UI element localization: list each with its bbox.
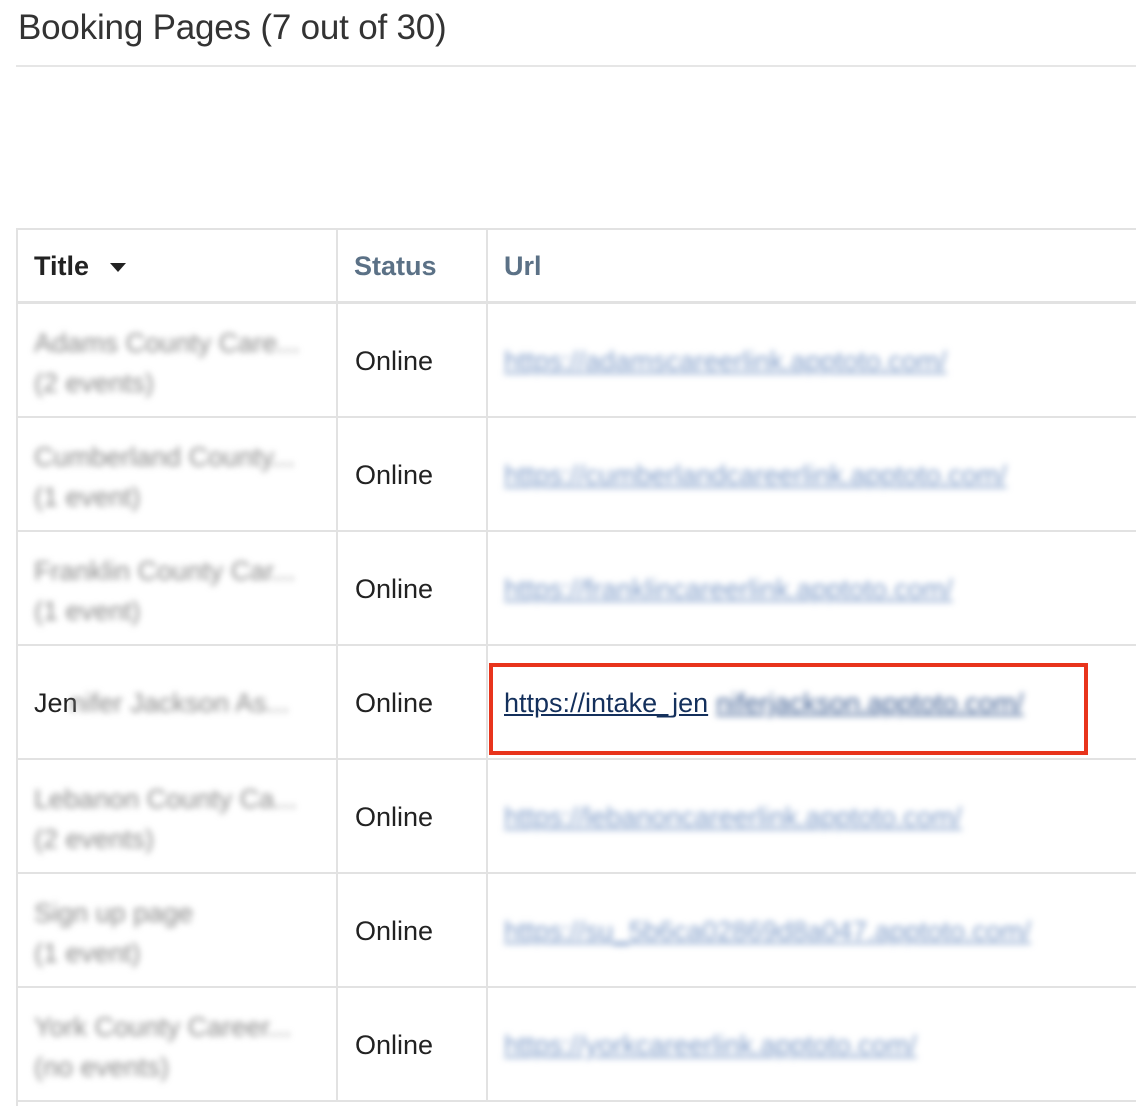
row-title[interactable]: Cumberland County... xyxy=(34,442,295,473)
row-event-count: (2 events) xyxy=(34,368,155,398)
row-status: Online xyxy=(355,460,434,490)
row-status: Online xyxy=(355,688,434,718)
table-row: Franklin County Car... (1 event) Online … xyxy=(18,532,1136,646)
row-status: Online xyxy=(355,346,434,376)
table-row: Adams County Care... (2 events) Online h… xyxy=(18,304,1136,418)
column-header-status-label[interactable]: Status xyxy=(354,251,437,282)
column-header-url[interactable]: Url xyxy=(488,230,1136,301)
row-status: Online xyxy=(355,916,434,946)
title-cell: Franklin County Car... (1 event) xyxy=(18,532,338,644)
page-header: Booking Pages (7 out of 30) xyxy=(16,0,1136,67)
row-url-link[interactable]: https://yorkcareerlink.apptoto.com/ xyxy=(504,1030,917,1061)
row-status: Online xyxy=(355,1030,434,1060)
row-url-link[interactable]: https://su_5b6ca02869d8a047.apptoto.com/ xyxy=(504,916,1031,947)
column-header-status[interactable]: Status xyxy=(338,230,488,301)
row-status: Online xyxy=(355,574,434,604)
url-cell: https://su_5b6ca02869d8a047.apptoto.com/ xyxy=(488,874,1136,986)
row-status: Online xyxy=(355,802,434,832)
title-cell: York County Career... (no events) xyxy=(18,988,338,1100)
status-cell: Online xyxy=(338,988,488,1100)
row-title[interactable]: Sign up page xyxy=(34,898,193,929)
row-title[interactable]: Lebanon County Ca... xyxy=(34,784,297,815)
annotation-highlight-box xyxy=(489,663,1088,755)
title-cell: Jen nifer Jackson As... xyxy=(18,646,338,758)
column-header-title[interactable]: Title xyxy=(18,230,338,301)
caret-down-icon[interactable] xyxy=(110,263,126,272)
row-event-count: (1 event) xyxy=(34,596,141,626)
row-event-count: (no events) xyxy=(34,1052,170,1082)
table-header-row: Title Status Url xyxy=(18,230,1136,304)
status-cell: Online xyxy=(338,304,488,416)
status-cell: Online xyxy=(338,874,488,986)
title-cell: Sign up page (1 event) xyxy=(18,874,338,986)
url-cell: https://lebanoncareerlink.apptoto.com/ xyxy=(488,760,1136,872)
row-title[interactable]: Franklin County Car... xyxy=(34,556,295,587)
page-title: Booking Pages (7 out of 30) xyxy=(18,8,447,47)
row-title-redacted[interactable]: nifer Jackson As... xyxy=(70,688,289,719)
title-cell: Cumberland County... (1 event) xyxy=(18,418,338,530)
url-cell: https://cumberlandcareerlink.apptoto.com… xyxy=(488,418,1136,530)
row-title[interactable]: York County Career... xyxy=(34,1012,291,1043)
row-url-link[interactable]: https://franklincareerlink.apptoto.com/ xyxy=(504,574,953,605)
status-cell: Online xyxy=(338,760,488,872)
url-cell: https://adamscareerlink.apptoto.com/ xyxy=(488,304,1136,416)
row-title[interactable]: Adams County Care... xyxy=(34,328,300,359)
title-cell: Lebanon County Ca... (2 events) xyxy=(18,760,338,872)
table-row: Lebanon County Ca... (2 events) Online h… xyxy=(18,760,1136,874)
row-url-link[interactable]: https://adamscareerlink.apptoto.com/ xyxy=(504,346,947,377)
row-event-count: (1 event) xyxy=(34,938,141,968)
row-event-count: (1 event) xyxy=(34,482,141,512)
table-row: Cumberland County... (1 event) Online ht… xyxy=(18,418,1136,532)
title-cell: Adams County Care... (2 events) xyxy=(18,304,338,416)
column-header-title-label[interactable]: Title xyxy=(34,251,89,282)
table-row: Sign up page (1 event) Online https://su… xyxy=(18,874,1136,988)
row-event-count: (2 events) xyxy=(34,824,155,854)
status-cell: Online xyxy=(338,532,488,644)
table-row: York County Career... (no events) Online… xyxy=(18,988,1136,1102)
row-url-link[interactable]: https://cumberlandcareerlink.apptoto.com… xyxy=(504,460,1007,491)
status-cell: Online xyxy=(338,646,488,758)
url-cell: https://franklincareerlink.apptoto.com/ xyxy=(488,532,1136,644)
url-cell: https://yorkcareerlink.apptoto.com/ xyxy=(488,988,1136,1100)
status-cell: Online xyxy=(338,418,488,530)
column-header-url-label[interactable]: Url xyxy=(504,251,542,282)
row-url-link[interactable]: https://lebanoncareerlink.apptoto.com/ xyxy=(504,802,962,833)
